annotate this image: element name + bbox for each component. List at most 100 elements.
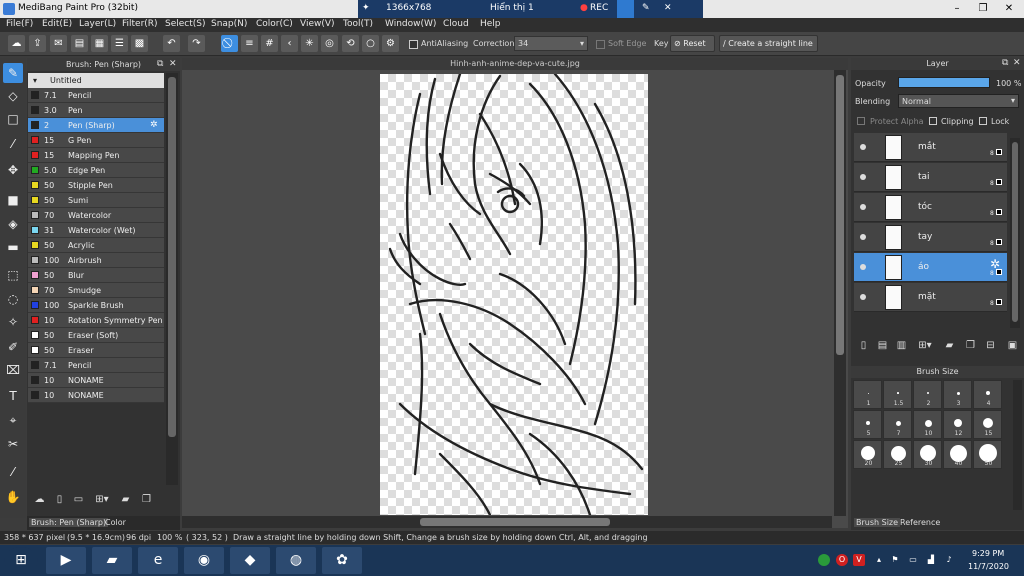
menu-select[interactable]: Select(S) <box>165 19 206 29</box>
artboard[interactable] <box>380 74 648 515</box>
brush-size-option[interactable]: 1 <box>853 380 882 409</box>
bucket-tool-icon[interactable]: ◈ <box>3 214 23 234</box>
menu-help[interactable]: Help <box>480 19 501 29</box>
document-icon[interactable]: ▤ <box>71 35 88 52</box>
pin-icon[interactable]: ✦ <box>362 3 370 13</box>
brush-item[interactable]: 7.1 Pencil <box>28 88 164 103</box>
radial-snap-icon[interactable]: ✳ <box>301 35 318 52</box>
grid-icon[interactable]: ▩ <box>131 35 148 52</box>
camtasia-icon[interactable]: ◆ <box>230 547 270 574</box>
select-tool-icon[interactable]: ⬚ <box>3 265 23 285</box>
brush-item[interactable]: 3.0 Pen <box>28 103 164 118</box>
document-tab[interactable]: Hinh-anh-anime-dep-va-cute.jpg <box>182 58 848 70</box>
menu-edit[interactable]: Edit(E) <box>42 19 72 29</box>
save-icon[interactable]: ▦ <box>91 35 108 52</box>
vanishing-snap-icon[interactable]: ‹ <box>281 35 298 52</box>
popout-icon[interactable]: ⧉ <box>157 59 163 69</box>
brush-item[interactable]: 7.1 Pencil <box>28 358 164 373</box>
brush-size-option[interactable]: 40 <box>943 440 972 469</box>
layer-popout-icon[interactable]: ⧉ <box>1002 58 1008 68</box>
brush-size-option[interactable]: 3 <box>943 380 972 409</box>
menu-snap[interactable]: Snap(N) <box>211 19 247 29</box>
tab-color[interactable]: Color <box>105 518 126 527</box>
brush-item[interactable]: 50 Eraser (Soft) <box>28 328 164 343</box>
visibility-icon[interactable] <box>860 144 866 150</box>
layer-scroll-thumb[interactable] <box>1012 142 1018 322</box>
volume-icon[interactable]: ♪ <box>943 554 955 566</box>
brush-cloud-icon[interactable]: ☁ <box>32 492 47 507</box>
layer-item[interactable]: tay 8 <box>854 223 1007 252</box>
brush-size-option[interactable]: 15 <box>973 410 1002 439</box>
brush-size-option[interactable]: 5 <box>853 410 882 439</box>
layer-settings-icon[interactable]: ✲ <box>990 257 1000 271</box>
close-panel-icon[interactable]: ✕ <box>169 59 177 69</box>
paint-app-icon[interactable]: ◍ <box>276 547 316 574</box>
tab-brush[interactable]: Brush: Pen (Sharp) <box>29 518 109 527</box>
new-halftone-layer-icon[interactable]: ▤ <box>875 338 890 353</box>
brush-item[interactable]: 15 Mapping Pen <box>28 148 164 163</box>
new-brush-icon[interactable]: ▯ <box>52 492 67 507</box>
upload-icon[interactable]: ⇪ <box>29 35 46 52</box>
hand-tool-icon[interactable]: ✋ <box>3 487 23 507</box>
medibang-icon[interactable]: ✿ <box>322 547 362 574</box>
menu-view[interactable]: View(V) <box>300 19 335 29</box>
start-icon[interactable]: ⊞ <box>4 547 38 574</box>
display-icon[interactable]: ▭ <box>907 554 919 566</box>
antivirus-icon[interactable]: V <box>853 554 865 566</box>
brush-item[interactable]: 2 Pen (Sharp) ✲ <box>28 118 164 133</box>
network-icon[interactable]: ▟ <box>925 554 937 566</box>
divide-tool-icon[interactable]: ✂ <box>3 434 23 454</box>
opera-icon[interactable]: O <box>836 554 848 566</box>
delete-layer-icon[interactable]: ▣ <box>1005 338 1020 353</box>
add-layer-menu-icon[interactable]: ⊞▾ <box>914 338 936 353</box>
brush-size-option[interactable]: 7 <box>883 410 912 439</box>
folder-icon[interactable]: ▰ <box>118 492 133 507</box>
brush-group-header[interactable]: ▾ Untitled <box>28 73 164 88</box>
menu-cloud[interactable]: Cloud <box>443 19 469 29</box>
correction-select[interactable]: 34 ▾ <box>514 36 588 51</box>
blending-select[interactable]: Normal ▾ <box>898 94 1019 108</box>
brush-size-scrollbar[interactable] <box>1013 380 1022 510</box>
brush-size-option[interactable]: 12 <box>943 410 972 439</box>
dot-tool-icon[interactable]: ⁄ <box>3 134 23 154</box>
layer-item[interactable]: mặt 8 <box>854 283 1007 312</box>
snap-settings-icon[interactable]: ⚙ <box>382 35 399 52</box>
copy-brush-icon[interactable]: ▭ <box>71 492 86 507</box>
layer-folder-icon[interactable]: ▰ <box>942 338 957 353</box>
media-player-icon[interactable]: ▶ <box>46 547 86 574</box>
menu-file[interactable]: File(F) <box>6 19 33 29</box>
visibility-icon[interactable] <box>860 264 866 270</box>
snap-off-icon[interactable]: ⃠ <box>221 35 238 52</box>
create-straight-line-button[interactable]: ∕ Create a straight line <box>719 35 818 52</box>
tray-up-icon[interactable]: ▴ <box>873 554 885 566</box>
brush-item[interactable]: 50 Sumi <box>28 193 164 208</box>
menu-tool[interactable]: Tool(T) <box>343 19 373 29</box>
brush-item[interactable]: 50 Blur <box>28 268 164 283</box>
add-brush-menu-icon[interactable]: ⊞▾ <box>91 492 113 507</box>
eyedropper-tool-icon[interactable]: ⁄ <box>3 462 23 482</box>
brush-item[interactable]: 10 NONAME <box>28 388 164 403</box>
circle-snap-icon[interactable]: ◎ <box>321 35 338 52</box>
hscroll-thumb[interactable] <box>420 518 610 526</box>
chrome-icon[interactable]: ◉ <box>184 547 224 574</box>
brush-settings-icon[interactable]: ✲ <box>150 120 158 130</box>
restore-button[interactable]: ❐ <box>970 0 996 18</box>
lock-checkbox[interactable] <box>979 117 987 125</box>
minimize-button[interactable]: – <box>944 0 970 18</box>
new-layer-icon[interactable]: ▯ <box>856 338 871 353</box>
clock-date[interactable]: 11/7/2020 <box>968 562 1009 571</box>
brush-size-option[interactable]: 20 <box>853 440 882 469</box>
merge-layer-icon[interactable]: ⊟ <box>983 338 998 353</box>
internet-explorer-icon[interactable]: e <box>138 547 178 574</box>
brush-item[interactable]: 50 Acrylic <box>28 238 164 253</box>
text-tool-icon[interactable]: T <box>3 386 23 406</box>
tab-reference[interactable]: Reference <box>900 518 940 527</box>
duplicate-icon[interactable]: ❐ <box>139 492 154 507</box>
antialias-checkbox[interactable] <box>409 40 418 49</box>
select-pen-tool-icon[interactable]: ✐ <box>3 337 23 357</box>
layer-scrollbar[interactable] <box>1010 138 1020 328</box>
record-button[interactable] <box>617 0 634 18</box>
close-button[interactable]: ✕ <box>996 0 1022 18</box>
reset-button[interactable]: ⊘ Reset <box>670 35 715 52</box>
layer-item[interactable]: áo 8 ✲ <box>854 253 1007 282</box>
